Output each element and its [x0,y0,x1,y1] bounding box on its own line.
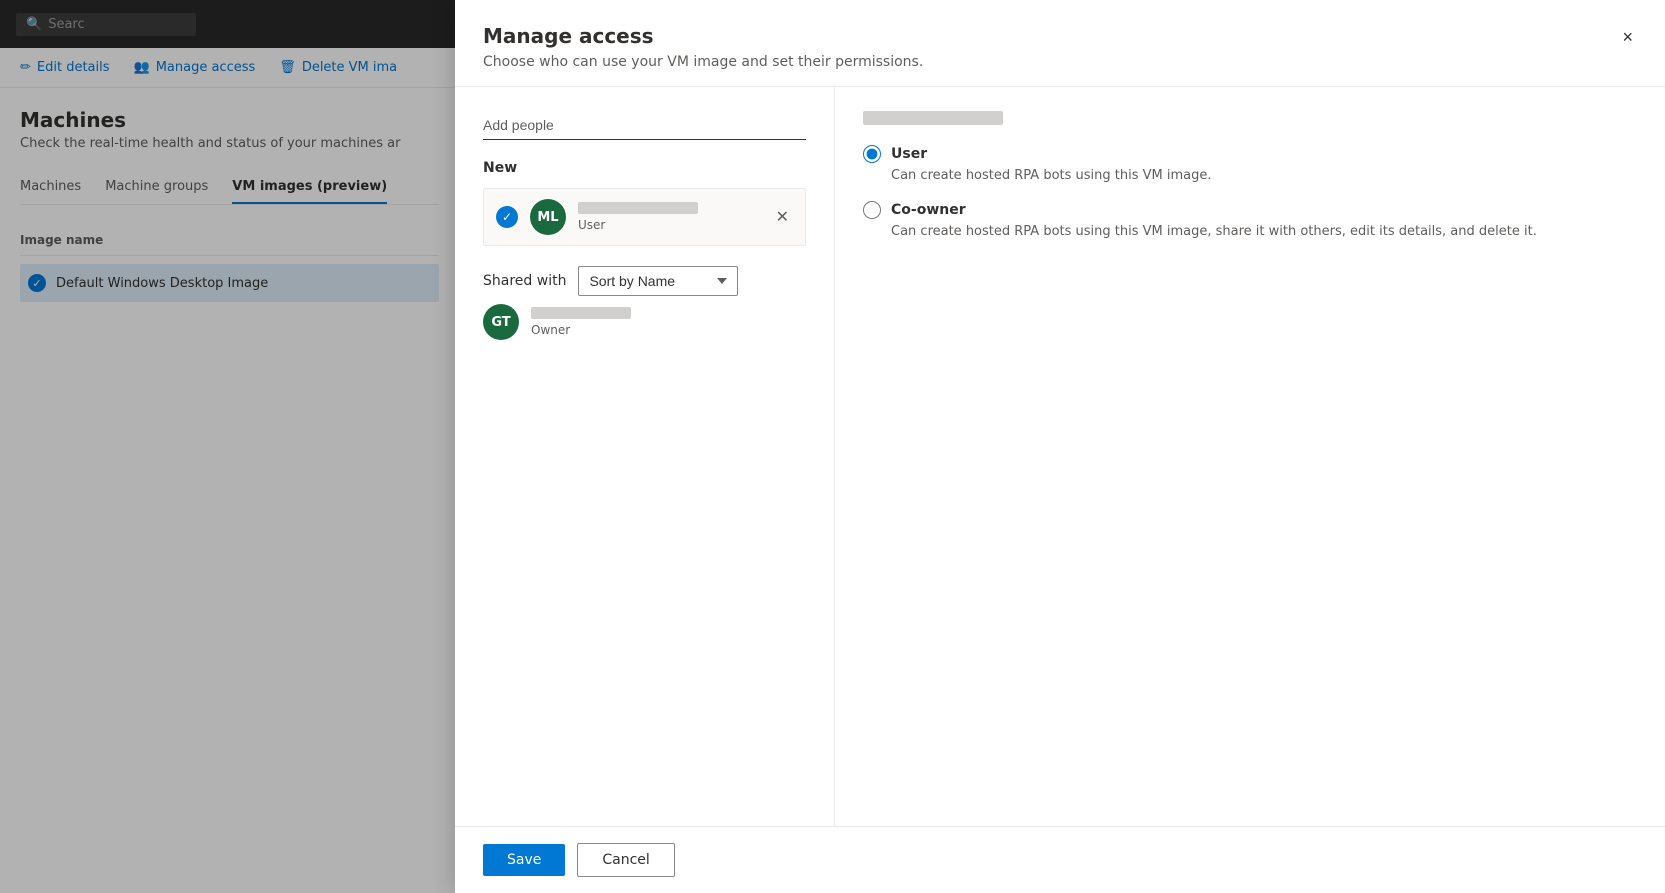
new-user-role: User [578,218,760,232]
user-permission-label: User [891,146,927,162]
cancel-button[interactable]: Cancel [577,843,674,877]
shared-user-avatar: GT [483,304,519,340]
new-section: New ✓ ML User ✕ [483,160,806,246]
modal-panel: Manage access Choose who can use your VM… [455,0,1665,893]
modal-header-content: Manage access Choose who can use your VM… [483,24,923,70]
modal-header: Manage access Choose who can use your VM… [455,0,1665,87]
right-pane: User Can create hosted RPA bots using th… [835,87,1665,826]
user-radio-row: User [863,145,1637,163]
modal-subtitle: Choose who can use your VM image and set… [483,54,923,70]
left-pane: New ✓ ML User ✕ Shared with Sort by Name [455,87,835,826]
coowner-radio-input[interactable] [863,201,881,219]
new-user-info: User [578,202,760,232]
shared-user-info: Owner [531,307,806,337]
permission-options: User Can create hosted RPA bots using th… [863,145,1637,241]
sort-select[interactable]: Sort by Name Sort by Role [578,266,738,296]
modal-footer: Save Cancel [455,826,1665,893]
modal-body: New ✓ ML User ✕ Shared with Sort by Name [455,87,1665,826]
user-permission-option: User Can create hosted RPA bots using th… [863,145,1637,185]
close-button[interactable]: × [1618,24,1637,50]
remove-user-button[interactable]: ✕ [772,205,793,229]
coowner-permission-label: Co-owner [891,202,966,218]
add-people-input[interactable] [483,111,806,140]
coowner-radio-row: Co-owner [863,201,1637,219]
modal-title: Manage access [483,24,923,48]
shared-user-item: GT Owner [483,296,806,348]
coowner-permission-option: Co-owner Can create hosted RPA bots usin… [863,201,1637,241]
new-user-name-blurred [578,202,698,214]
user-permission-desc: Can create hosted RPA bots using this VM… [863,167,1637,185]
shared-with-row: Shared with Sort by Name Sort by Role [483,266,806,296]
new-user-avatar: ML [530,199,566,235]
shared-with-label: Shared with [483,273,566,289]
shared-user-role: Owner [531,323,806,337]
save-button[interactable]: Save [483,844,565,876]
user-selected-check: ✓ [496,206,518,228]
shared-user-name-blurred [531,307,631,319]
new-user-card: ✓ ML User ✕ [483,188,806,246]
shared-with-section: Shared with Sort by Name Sort by Role GT… [483,266,806,348]
user-radio-input[interactable] [863,145,881,163]
selected-user-name [863,111,1003,125]
new-section-label: New [483,160,806,176]
coowner-permission-desc: Can create hosted RPA bots using this VM… [863,223,1637,241]
